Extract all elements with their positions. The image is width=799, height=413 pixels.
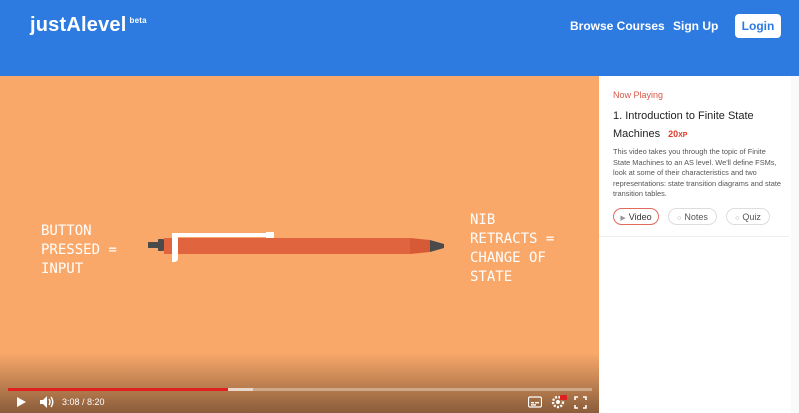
site-logo[interactable]: justAlevel beta [30, 14, 147, 37]
xp-unit: XP [678, 132, 688, 139]
now-playing-card: Now Playing 1. Introduction to Finite St… [599, 76, 789, 237]
browse-courses-link[interactable]: Browse Courses [570, 19, 665, 33]
xp-value: 20 [668, 129, 679, 139]
fullscreen-icon[interactable] [574, 396, 587, 409]
top-nav-bar: justAlevel beta Browse Courses Sign Up Lo… [0, 0, 799, 76]
tab-quiz-label: Quiz [742, 212, 761, 222]
seek-played [8, 388, 228, 391]
tab-video[interactable]: ▶ Video [613, 208, 659, 225]
volume-icon[interactable] [39, 395, 55, 409]
video-player[interactable]: BUTTON PRESSED = INPUT NIB RETRACTS = CH… [0, 76, 599, 413]
captions-icon[interactable] [528, 396, 542, 408]
lesson-title: 1. Introduction to Finite State Machines… [613, 107, 773, 145]
play-small-icon: ▶ [620, 215, 626, 222]
tab-notes[interactable]: ○ Notes [668, 208, 717, 225]
now-playing-label: Now Playing [613, 90, 664, 100]
tab-notes-label: Notes [684, 212, 708, 222]
circle-icon: ○ [735, 215, 740, 222]
play-icon[interactable] [14, 395, 28, 409]
lesson-sidebar: Now Playing 1. Introduction to Finite St… [599, 76, 799, 413]
seek-bar[interactable] [8, 388, 592, 391]
login-button[interactable]: Login [735, 14, 781, 38]
sign-up-link[interactable]: Sign Up [673, 19, 718, 33]
logo-text: justAlevel [30, 14, 127, 36]
xp-badge: 20XP [668, 129, 687, 139]
pen-illustration [148, 232, 444, 262]
time-display: 3:08 / 8:20 [62, 397, 105, 407]
beta-badge: beta [129, 16, 147, 25]
video-caption-nib-retracts: NIB RETRACTS = CHANGE OF STATE [470, 212, 555, 285]
circle-icon: ○ [677, 215, 682, 222]
tab-quiz[interactable]: ○ Quiz [726, 208, 770, 225]
tab-video-label: Video [628, 212, 652, 222]
page-scrollbar[interactable] [791, 76, 799, 413]
settings-gear-icon[interactable] [551, 394, 567, 410]
lesson-description: This video takes you through the topic o… [613, 147, 782, 199]
video-caption-button-pressed: BUTTON PRESSED = INPUT [41, 223, 117, 277]
